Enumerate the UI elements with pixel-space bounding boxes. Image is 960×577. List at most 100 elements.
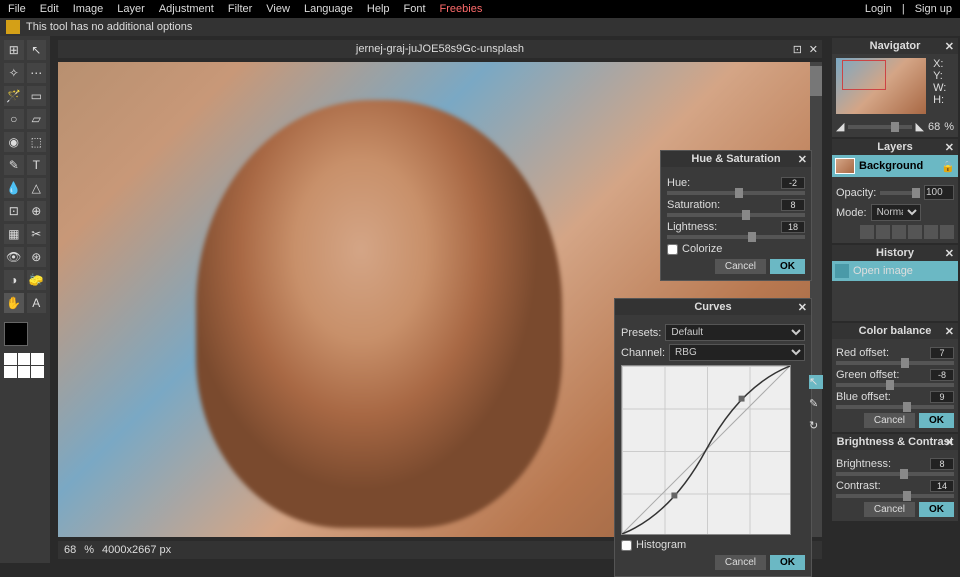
menu-freebies[interactable]: Freebies [440,3,483,15]
opacity-slider[interactable] [880,191,920,195]
tool-ellipse[interactable]: ○ [4,109,24,129]
ok-button[interactable]: OK [919,502,954,517]
close-icon[interactable]: ✕ [945,325,954,338]
close-icon[interactable]: ✕ [798,301,807,314]
tool-redeye[interactable]: 👁 [4,247,24,267]
tool-marquee[interactable]: ▭ [27,86,47,106]
tool-sharpen[interactable]: △ [27,178,47,198]
menu-edit[interactable]: Edit [40,3,59,15]
blue-value[interactable]: 9 [930,391,954,403]
blue-slider[interactable] [836,405,954,409]
close-icon[interactable]: ✕ [945,40,954,53]
histogram-checkbox[interactable] [621,540,632,551]
dup-layer-icon[interactable] [876,225,890,239]
tool-move[interactable]: ↖ [27,40,47,60]
hue-slider[interactable] [667,191,805,195]
hue-value[interactable]: -2 [781,177,805,189]
layer-background[interactable]: Background 🔒 [832,155,958,177]
tool-sponge[interactable]: 🧽 [27,270,47,290]
tool-lasso[interactable]: ⋯ [27,63,47,83]
colorize-checkbox[interactable] [667,244,678,255]
close-icon[interactable]: ✕ [945,247,954,260]
layer-thumbnail [835,158,855,174]
brightness-value[interactable]: 8 [930,458,954,470]
close-tab-icon[interactable]: ✕ [809,43,818,56]
green-slider[interactable] [836,383,954,387]
zoom-out-icon[interactable]: ◢ [836,120,844,133]
sat-value[interactable]: 8 [781,199,805,211]
tool-burn[interactable]: ◑ [4,270,24,290]
menu-help[interactable]: Help [367,3,390,15]
login-link[interactable]: Login [865,3,892,15]
color-balance-title: Color balance [859,325,932,337]
tool-select[interactable]: ⬚ [27,132,47,152]
menu-file[interactable]: File [8,3,26,15]
signup-link[interactable]: Sign up [915,3,952,15]
tool-wand[interactable]: ✧ [4,63,24,83]
tool-stamp[interactable]: ⊡ [4,201,24,221]
sat-slider[interactable] [667,213,805,217]
light-slider[interactable] [667,235,805,239]
cancel-button[interactable]: Cancel [864,413,915,428]
red-value[interactable]: 7 [930,347,954,359]
tool-pencil[interactable]: ✎ [4,155,24,175]
cancel-button[interactable]: Cancel [715,259,766,274]
menu-view[interactable]: View [266,3,290,15]
presets-label: Presets: [621,327,661,339]
menu-filter[interactable]: Filter [228,3,252,15]
curves-dialog[interactable]: Curves✕ Presets:Default Channel:RBG ↖✎↻ … [614,298,812,577]
green-value[interactable]: -8 [930,369,954,381]
lock-icon[interactable]: 🔒 [941,160,955,173]
new-layer-icon[interactable] [860,225,874,239]
tool-eyedrop[interactable]: ◉ [4,132,24,152]
brightness-slider[interactable] [836,472,954,476]
tool-blur[interactable]: 💧 [4,178,24,198]
tool-hand[interactable]: ✋ [4,293,24,313]
tool-crop[interactable]: ⊞ [4,40,24,60]
light-value[interactable]: 18 [781,221,805,233]
opacity-input[interactable] [924,185,954,200]
ok-button[interactable]: OK [770,259,805,274]
contrast-slider[interactable] [836,494,954,498]
menu-image[interactable]: Image [73,3,104,15]
history-item-open[interactable]: Open image [832,261,958,281]
curve-tool-icon[interactable]: ↖ [809,375,823,389]
ok-button[interactable]: OK [919,413,954,428]
trash-icon[interactable] [924,225,938,239]
merge-icon[interactable] [940,225,954,239]
tool-gradient[interactable]: ▦ [4,224,24,244]
tool-magic[interactable]: 🪄 [4,86,24,106]
close-icon[interactable]: ✕ [798,153,807,166]
foreground-swatch[interactable] [4,322,28,346]
navigator-thumbnail[interactable] [836,58,926,114]
tool-dodge[interactable]: ⊛ [27,247,47,267]
channel-select[interactable]: RBG [669,344,805,361]
menu-layer[interactable]: Layer [117,3,145,15]
tool-shape[interactable]: ▱ [27,109,47,129]
close-icon[interactable]: ✕ [945,141,954,154]
zoom-in-icon[interactable]: ◣ [916,120,924,133]
tool-cut[interactable]: ✂ [27,224,47,244]
close-icon[interactable]: ✕ [945,436,954,449]
tool-text[interactable]: T [27,155,47,175]
up-icon[interactable] [892,225,906,239]
swatch-grid[interactable] [4,353,44,378]
contrast-value[interactable]: 14 [930,480,954,492]
maximize-icon[interactable]: ⊡ [793,43,802,56]
presets-select[interactable]: Default [665,324,805,341]
tool-type[interactable]: A [27,293,47,313]
down-icon[interactable] [908,225,922,239]
pencil-icon[interactable]: ✎ [809,397,823,411]
blend-mode-select[interactable]: Normal [871,204,921,221]
menu-language[interactable]: Language [304,3,353,15]
red-slider[interactable] [836,361,954,365]
hue-saturation-dialog[interactable]: Hue & Saturation✕ Hue:-2 Saturation:8 Li… [660,150,812,281]
curves-grid[interactable] [621,365,791,535]
menu-font[interactable]: Font [404,3,426,15]
tool-heal[interactable]: ⊕ [27,201,47,221]
menu-adjustment[interactable]: Adjustment [159,3,214,15]
zoom-slider[interactable] [848,125,911,129]
cancel-button[interactable]: Cancel [864,502,915,517]
reset-icon[interactable]: ↻ [809,419,823,433]
tab-title: jernej-graj-juJOE58s9Gc-unsplash [356,43,524,55]
